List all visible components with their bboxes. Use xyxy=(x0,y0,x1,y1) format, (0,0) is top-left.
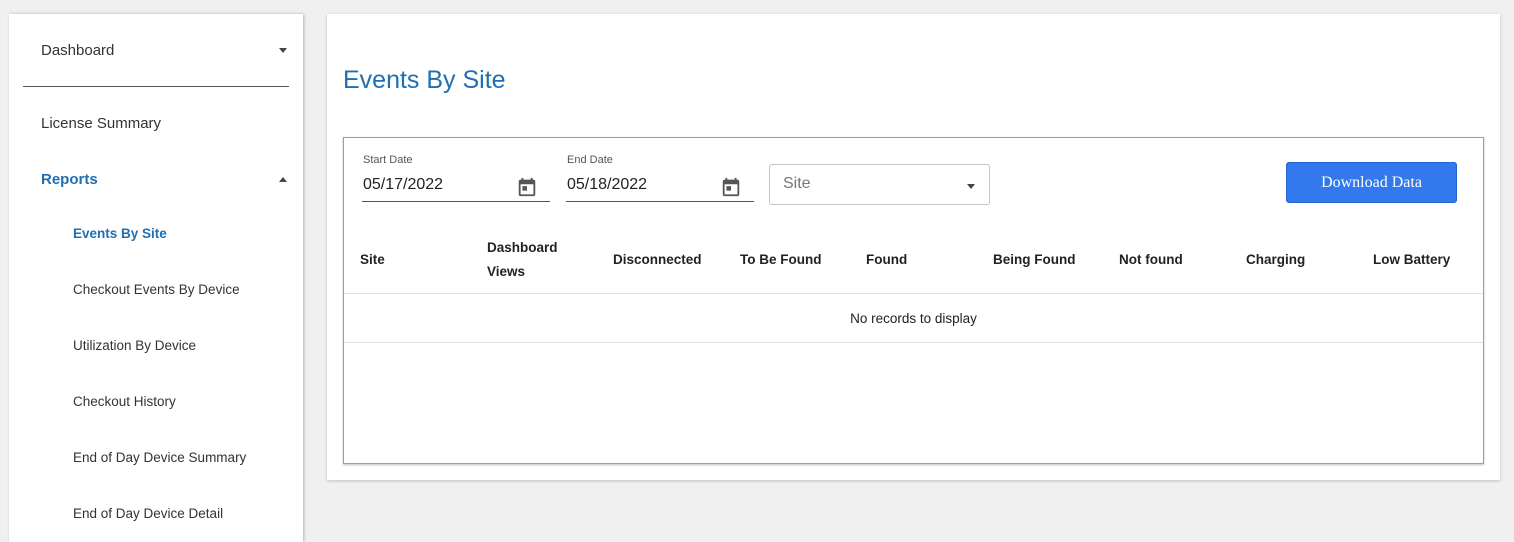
end-date-label: End Date xyxy=(567,154,613,166)
start-date-value: 05/17/2022 xyxy=(363,176,444,193)
start-date-field[interactable]: Start Date 05/17/2022 xyxy=(362,154,550,202)
start-date-label: Start Date xyxy=(363,154,413,166)
site-select-label: Site xyxy=(783,175,811,192)
calendar-icon[interactable] xyxy=(516,176,538,198)
end-date-value: 05/18/2022 xyxy=(567,176,648,193)
column-header-site[interactable]: Site xyxy=(360,226,385,294)
sidebar-item-label: Reports xyxy=(41,170,98,188)
sidebar-subitem-end-of-day-device-summary[interactable]: End of Day Device Summary xyxy=(73,446,246,470)
column-header-not-found[interactable]: Not found xyxy=(1119,226,1183,294)
sidebar-subitem-end-of-day-device-detail[interactable]: End of Day Device Detail xyxy=(73,502,223,526)
sidebar-item-label: Dashboard xyxy=(41,41,115,59)
sidebar-subitem-checkout-history[interactable]: Checkout History xyxy=(73,390,176,414)
column-header-dashboard-views[interactable]: Dashboard Views xyxy=(487,226,567,294)
page-title: Events By Site xyxy=(343,66,506,94)
end-date-field[interactable]: End Date 05/18/2022 xyxy=(566,154,754,202)
table-header: Site Dashboard Views Disconnected To Be … xyxy=(344,226,1483,294)
sidebar-divider xyxy=(23,86,289,87)
sidebar-subitem-utilization-by-device[interactable]: Utilization By Device xyxy=(73,334,196,358)
sidebar-item-reports[interactable]: Reports xyxy=(9,159,303,199)
sidebar: Dashboard License Summary Reports Events… xyxy=(9,14,303,542)
column-header-found[interactable]: Found xyxy=(866,226,907,294)
sidebar-item-license-summary[interactable]: License Summary xyxy=(9,103,303,143)
sidebar-subitem-events-by-site[interactable]: Events By Site xyxy=(73,222,167,246)
column-header-being-found[interactable]: Being Found xyxy=(993,226,1075,294)
sidebar-subitem-checkout-events-by-device[interactable]: Checkout Events By Device xyxy=(73,278,240,302)
column-header-disconnected[interactable]: Disconnected xyxy=(613,226,702,294)
chevron-up-icon xyxy=(279,176,287,182)
sidebar-item-dashboard[interactable]: Dashboard xyxy=(9,30,303,70)
column-header-charging[interactable]: Charging xyxy=(1246,226,1305,294)
report-panel: Start Date 05/17/2022 End Date 05/18/202… xyxy=(343,137,1484,464)
download-data-button[interactable]: Download Data xyxy=(1286,162,1457,203)
column-header-to-be-found[interactable]: To Be Found xyxy=(740,226,821,294)
site-select[interactable]: Site xyxy=(769,164,990,205)
empty-message: No records to display xyxy=(850,310,977,326)
chevron-down-icon xyxy=(279,47,287,53)
calendar-icon[interactable] xyxy=(720,176,742,198)
table-empty-row: No records to display xyxy=(344,294,1483,343)
main-card: Events By Site Start Date 05/17/2022 End… xyxy=(327,14,1500,480)
column-header-low-battery[interactable]: Low Battery xyxy=(1373,226,1450,294)
sidebar-item-label: License Summary xyxy=(41,114,162,132)
dropdown-arrow-icon xyxy=(967,184,975,189)
